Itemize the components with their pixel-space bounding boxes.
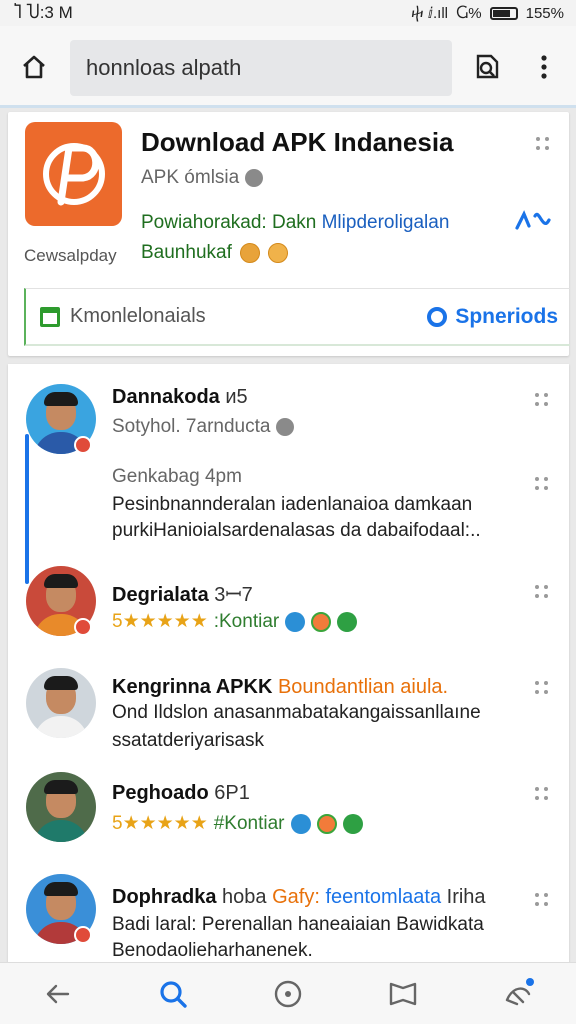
search-icon[interactable] [151,972,195,1016]
install-button[interactable]: Kmonlelonaials [40,305,206,328]
author-blue-text: feentomlaata [325,886,442,908]
emoji-icon [239,243,260,263]
author-orange-text: Boundantlian aiula. [277,676,449,698]
reaction-icon[interactable] [290,813,311,834]
comment-author[interactable]: Dophradka hoba Gafy: feentomlaata Iriha [112,886,486,909]
translate-icon[interactable] [515,208,551,239]
app-logo-icon[interactable] [25,122,122,226]
reaction-icon[interactable] [285,611,306,632]
author-name: Degrialata [112,584,209,606]
app-desc2-text: Baunhukaf [141,242,232,263]
bookmark-icon[interactable] [381,972,425,1016]
status-bar: Ⴈ Ⴎ:3 M ⴕ ⅈ.ıll Ⴚ% 155% [0,0,576,26]
status-time: Ⴈ Ⴎ:3 M [14,3,73,22]
rating-row: 5★★★★★:Kontiar [112,610,358,633]
page-search-icon[interactable] [465,45,509,89]
author-light-text-2: Iriha [441,886,486,908]
author-orange-text: Gafy: [272,886,326,908]
comment-author[interactable]: Peghoado 6P1 [112,782,250,805]
rating-row: 5★★★★★ #Kontiar [112,812,363,835]
developer-label: Cewsalpday [24,246,117,265]
install-label: Kmonlelonaials [70,305,206,327]
app-desc-blue: Mlipderoligalan [321,212,450,233]
globe-icon [276,418,295,436]
status-icons: ⴕ ⅈ.ıll Ⴚ% 155% [411,4,564,23]
emoji-icon [267,243,288,263]
drag-handle-icon[interactable] [534,392,550,408]
url-text: honnloas alpath [86,55,242,80]
author-suffix: ᴎ5 [225,386,248,408]
check-icon[interactable] [337,611,358,632]
home-icon[interactable] [12,45,56,89]
drag-handle-icon[interactable] [534,476,550,492]
search-icon [427,306,448,327]
star-rating: 5★★★★★ [112,813,208,834]
bag-icon [40,306,60,327]
comment-meta: Sotyhol. 7arnducta [112,416,295,438]
thread-line [25,434,29,584]
comment-text-line1: Ond Ildslon anasanmabatakangaissanllaıne [112,702,481,723]
rating-label: #Kontiar [213,812,285,834]
notification-dot [526,977,535,986]
back-arrow-icon[interactable] [36,972,80,1016]
comment-text-line1: Badi laral: Perenallan haneaiaian Bawidk… [112,914,484,935]
drag-handle-icon[interactable] [534,892,550,908]
comment-author[interactable]: Degrialata 3ꟷ7 [112,580,253,607]
badge-icon [74,926,92,944]
battery-percent: Ⴚ% [456,5,482,22]
check-icon[interactable] [342,813,363,834]
search-periods-label: Spneriods [455,304,558,328]
meta-text: Sotyhol. 7arnducta [112,416,271,437]
app-subtitle: APK ómlsia [141,167,264,189]
battery-icon [489,6,518,20]
globe-icon [245,169,264,187]
app-card: Download APK Indanesia APK ómlsia Powiah… [8,112,570,356]
search-periods-button[interactable]: Spneriods [427,305,558,329]
app-action-row: Kmonlelonaials Spneriods [24,288,570,346]
star-rating: 5★★★★★ [112,611,208,632]
author-name: Peghoado [112,782,209,804]
comment-text-line2: purkiHanioialsardenalasas da dabaifodaal… [112,520,481,541]
avatar[interactable] [26,668,96,738]
url-bar[interactable]: honnloas alpath [70,40,452,96]
badge-icon [74,436,92,454]
comment-author[interactable]: Kengrinna APKK Boundantlian aiula. [112,676,448,699]
comments-card: Dannakoda ᴎ5 Sotyhol. 7arnducta Genkabag… [8,364,569,964]
drag-handle-icon[interactable] [535,136,551,152]
notifications-icon[interactable] [496,972,540,1016]
author-light-text: hoba [216,886,273,908]
app-description: Powiahorakad: Dakn Mlipderoligalan [141,212,449,234]
battery-text: 155% [525,4,564,22]
rating-label: :Kontiar [213,610,280,632]
reaction-icon[interactable] [311,611,332,632]
menu-icon[interactable] [522,45,566,89]
badge-icon [74,618,92,636]
author-name: Dannakoda [112,386,220,408]
comment-time: Genkabag 4pm [112,466,242,487]
network-indicator: ⴕ ⅈ.ıll [411,5,449,22]
bottom-nav [0,962,576,1024]
comment-text-line1: Pesinbnannderalan iadenlanaioa damkaan [112,494,473,515]
comment-author[interactable]: Dannakoda ᴎ5 [112,386,248,409]
author-suffix: 6P1 [214,782,250,804]
app-title[interactable]: Download APK Indanesia [141,127,454,158]
author-name: Kengrinna APKK [112,676,273,698]
reaction-icon[interactable] [316,813,337,834]
drag-handle-icon[interactable] [534,584,550,600]
comment-text-line2: Benodaolieharhanenek. [112,940,313,961]
drag-handle-icon[interactable] [534,680,550,696]
author-name: Dophradka [112,886,217,908]
comment-text-line2: ssatatderiyarisask [112,730,265,751]
home-circle-icon[interactable] [266,972,310,1016]
app-desc-green: Powiahorakad: Dakn [141,212,322,233]
browser-toolbar: honnloas alpath [0,26,576,108]
app-description-line2: Baunhukaf [141,242,288,264]
app-subtitle-text: APK ómlsia [141,167,240,188]
avatar[interactable] [26,772,96,842]
drag-handle-icon[interactable] [534,786,550,802]
author-suffix: 3ꟷ7 [214,584,253,606]
